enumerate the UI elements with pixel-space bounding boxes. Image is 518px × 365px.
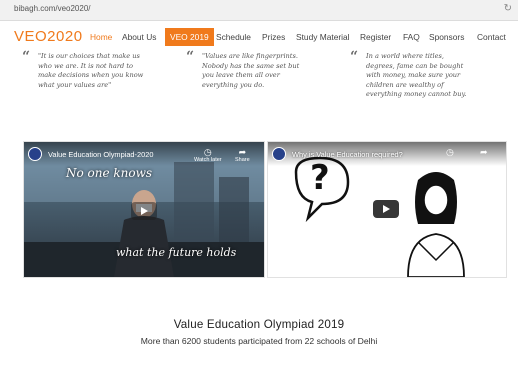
reload-icon[interactable]: ↻ <box>504 3 512 14</box>
brand-logo[interactable]: VEO2020 <box>14 28 83 45</box>
video-overlay-text-top: No one knows <box>66 166 153 180</box>
play-button[interactable] <box>131 202 157 220</box>
watch-later-button[interactable]: ◷ <box>446 147 454 157</box>
quote-text: "It is our choices that make us who we a… <box>38 52 144 89</box>
quote-text: "Values are like fingerprints. Nobody ha… <box>202 52 300 89</box>
play-button[interactable] <box>373 200 399 218</box>
nav-prizes[interactable]: Prizes <box>262 28 285 46</box>
nav-schedule[interactable]: Schedule <box>216 28 251 46</box>
video-player-2[interactable]: ? Why is Value Education required? ◷ ➦ <box>267 141 507 278</box>
video-title[interactable]: Value Education Olympiad-2020 <box>48 150 153 159</box>
quote-2: “ "Values are like fingerprints. Nobody … <box>186 49 336 100</box>
share-button[interactable]: ➦ <box>480 147 488 157</box>
nav-study-material[interactable]: Study Material <box>296 28 350 46</box>
quote-3: “ In a world where titles, degrees, fame… <box>350 49 510 110</box>
channel-logo-icon[interactable] <box>272 147 286 161</box>
nav-register[interactable]: Register <box>360 28 391 46</box>
main-nav: VEO2020 Home About Us VEO 2019 Schedule … <box>0 26 518 48</box>
quote-1: “ "It is our choices that make us who we… <box>22 49 172 100</box>
quote-mark-icon: “ <box>186 49 195 65</box>
watch-later-button[interactable]: ◷ Watch later <box>194 147 222 163</box>
share-button[interactable]: ➦ Share <box>235 147 250 163</box>
nav-about-us[interactable]: About Us <box>122 28 156 46</box>
video-title[interactable]: Why is Value Education required? <box>292 150 403 159</box>
share-icon: ➦ <box>480 147 488 157</box>
nav-home[interactable]: Home <box>90 28 112 46</box>
nav-faq[interactable]: FAQ <box>403 28 420 46</box>
channel-logo-icon[interactable] <box>28 147 42 161</box>
clock-icon: ◷ <box>446 147 454 157</box>
quote-mark-icon: “ <box>22 49 31 65</box>
url-text[interactable]: bibagh.com/veo2020/ <box>14 4 91 13</box>
clock-icon: ◷ <box>203 147 212 157</box>
video-overlay-text-bottom: what the future holds <box>116 246 237 259</box>
page-subtitle: More than 6200 students participated fro… <box>140 336 378 346</box>
quote-text: In a world where titles, degrees, fame c… <box>366 52 467 98</box>
nav-sponsors[interactable]: Sponsors <box>429 28 464 46</box>
nav-contact[interactable]: Contact <box>477 28 506 46</box>
video-player-1[interactable]: Value Education Olympiad-2020 ◷ Watch la… <box>23 141 265 278</box>
page-title: Value Education Olympiad 2019 <box>173 318 345 331</box>
browser-address-bar[interactable]: bibagh.com/veo2020/ ↻ <box>0 0 518 21</box>
share-icon: ➦ <box>238 147 247 157</box>
nav-veo-2019[interactable]: VEO 2019 <box>165 28 214 46</box>
quote-mark-icon: “ <box>350 49 359 65</box>
